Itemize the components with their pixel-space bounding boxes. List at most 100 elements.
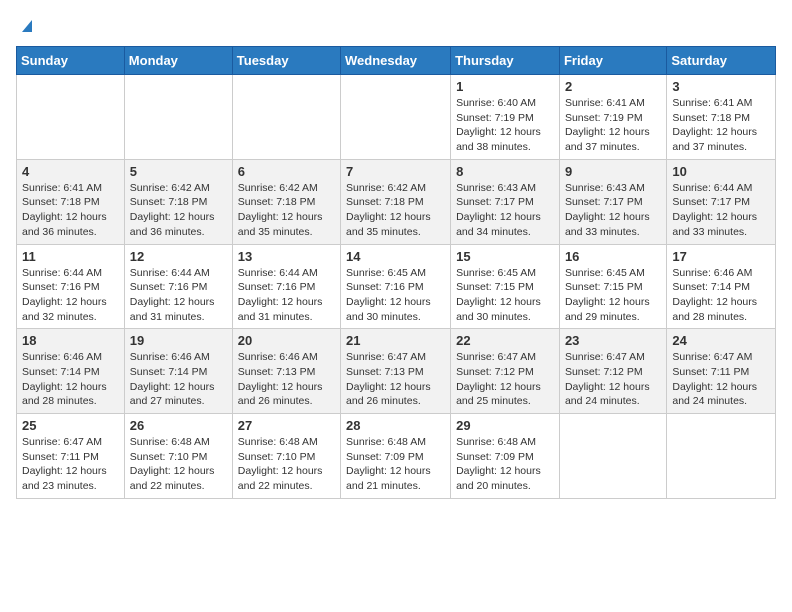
calendar-header-thursday: Thursday — [451, 47, 560, 75]
day-number: 6 — [238, 164, 335, 179]
calendar-header-row: SundayMondayTuesdayWednesdayThursdayFrid… — [17, 47, 776, 75]
calendar-cell: 21 Sunrise: 6:47 AM Sunset: 7:13 PM Dayli… — [341, 329, 451, 414]
day-info: Sunrise: 6:44 AM Sunset: 7:17 PM Dayligh… — [672, 181, 770, 240]
day-info: Sunrise: 6:46 AM Sunset: 7:14 PM Dayligh… — [22, 350, 119, 409]
day-number: 15 — [456, 249, 554, 264]
calendar-cell: 11 Sunrise: 6:44 AM Sunset: 7:16 PM Dayli… — [17, 244, 125, 329]
calendar-cell — [667, 414, 776, 499]
day-info: Sunrise: 6:44 AM Sunset: 7:16 PM Dayligh… — [22, 266, 119, 325]
calendar-week-row: 25 Sunrise: 6:47 AM Sunset: 7:11 PM Dayli… — [17, 414, 776, 499]
calendar-cell: 16 Sunrise: 6:45 AM Sunset: 7:15 PM Dayli… — [559, 244, 666, 329]
calendar-week-row: 18 Sunrise: 6:46 AM Sunset: 7:14 PM Dayli… — [17, 329, 776, 414]
day-info: Sunrise: 6:41 AM Sunset: 7:18 PM Dayligh… — [22, 181, 119, 240]
calendar-cell: 24 Sunrise: 6:47 AM Sunset: 7:11 PM Dayli… — [667, 329, 776, 414]
day-info: Sunrise: 6:42 AM Sunset: 7:18 PM Dayligh… — [238, 181, 335, 240]
day-number: 27 — [238, 418, 335, 433]
day-number: 12 — [130, 249, 227, 264]
day-number: 2 — [565, 79, 661, 94]
day-number: 18 — [22, 333, 119, 348]
day-number: 20 — [238, 333, 335, 348]
calendar-cell — [559, 414, 666, 499]
calendar-cell: 1 Sunrise: 6:40 AM Sunset: 7:19 PM Daylig… — [451, 75, 560, 160]
calendar-cell: 20Sunrise: 6:46 AM Sunset: 7:13 PM Dayli… — [232, 329, 340, 414]
calendar-cell: 27 Sunrise: 6:48 AM Sunset: 7:10 PM Dayli… — [232, 414, 340, 499]
calendar-header-monday: Monday — [124, 47, 232, 75]
day-info: Sunrise: 6:44 AM Sunset: 7:16 PM Dayligh… — [238, 266, 335, 325]
day-info: Sunrise: 6:48 AM Sunset: 7:09 PM Dayligh… — [456, 435, 554, 494]
day-info: Sunrise: 6:43 AM Sunset: 7:17 PM Dayligh… — [456, 181, 554, 240]
day-number: 23 — [565, 333, 661, 348]
day-info: Sunrise: 6:45 AM Sunset: 7:15 PM Dayligh… — [456, 266, 554, 325]
day-info: Sunrise: 6:43 AM Sunset: 7:17 PM Dayligh… — [565, 181, 661, 240]
calendar-cell: 9 Sunrise: 6:43 AM Sunset: 7:17 PM Daylig… — [559, 159, 666, 244]
calendar-cell: 28 Sunrise: 6:48 AM Sunset: 7:09 PM Dayli… — [341, 414, 451, 499]
day-info: Sunrise: 6:48 AM Sunset: 7:10 PM Dayligh… — [130, 435, 227, 494]
calendar-cell: 23Sunrise: 6:47 AM Sunset: 7:12 PM Dayli… — [559, 329, 666, 414]
day-number: 26 — [130, 418, 227, 433]
day-number: 4 — [22, 164, 119, 179]
day-info: Sunrise: 6:44 AM Sunset: 7:16 PM Dayligh… — [130, 266, 227, 325]
calendar-cell: 17 Sunrise: 6:46 AM Sunset: 7:14 PM Dayli… — [667, 244, 776, 329]
day-number: 28 — [346, 418, 445, 433]
day-info: Sunrise: 6:45 AM Sunset: 7:16 PM Dayligh… — [346, 266, 445, 325]
day-info: Sunrise: 6:41 AM Sunset: 7:18 PM Dayligh… — [672, 96, 770, 155]
day-number: 1 — [456, 79, 554, 94]
calendar-header-saturday: Saturday — [667, 47, 776, 75]
day-number: 22 — [456, 333, 554, 348]
logo-triangle-icon — [18, 16, 36, 34]
calendar-cell: 19 Sunrise: 6:46 AM Sunset: 7:14 PM Dayli… — [124, 329, 232, 414]
day-info: Sunrise: 6:45 AM Sunset: 7:15 PM Dayligh… — [565, 266, 661, 325]
day-info: Sunrise: 6:41 AM Sunset: 7:19 PM Dayligh… — [565, 96, 661, 155]
calendar-cell: 3 Sunrise: 6:41 AM Sunset: 7:18 PM Daylig… — [667, 75, 776, 160]
day-number: 29 — [456, 418, 554, 433]
day-number: 7 — [346, 164, 445, 179]
page-header — [16, 16, 776, 36]
calendar-cell: 18 Sunrise: 6:46 AM Sunset: 7:14 PM Dayli… — [17, 329, 125, 414]
day-number: 3 — [672, 79, 770, 94]
day-info: Sunrise: 6:40 AM Sunset: 7:19 PM Dayligh… — [456, 96, 554, 155]
calendar-week-row: 4 Sunrise: 6:41 AM Sunset: 7:18 PM Daylig… — [17, 159, 776, 244]
day-number: 24 — [672, 333, 770, 348]
calendar-table: SundayMondayTuesdayWednesdayThursdayFrid… — [16, 46, 776, 499]
day-number: 5 — [130, 164, 227, 179]
day-number: 9 — [565, 164, 661, 179]
day-info: Sunrise: 6:47 AM Sunset: 7:13 PM Dayligh… — [346, 350, 445, 409]
day-number: 19 — [130, 333, 227, 348]
calendar-cell — [232, 75, 340, 160]
day-number: 21 — [346, 333, 445, 348]
logo — [16, 16, 36, 36]
day-number: 14 — [346, 249, 445, 264]
calendar-header-tuesday: Tuesday — [232, 47, 340, 75]
day-info: Sunrise: 6:42 AM Sunset: 7:18 PM Dayligh… — [130, 181, 227, 240]
calendar-cell: 25 Sunrise: 6:47 AM Sunset: 7:11 PM Dayli… — [17, 414, 125, 499]
calendar-cell: 2 Sunrise: 6:41 AM Sunset: 7:19 PM Daylig… — [559, 75, 666, 160]
day-info: Sunrise: 6:46 AM Sunset: 7:14 PM Dayligh… — [672, 266, 770, 325]
calendar-cell: 5 Sunrise: 6:42 AM Sunset: 7:18 PM Daylig… — [124, 159, 232, 244]
calendar-week-row: 11 Sunrise: 6:44 AM Sunset: 7:16 PM Dayli… — [17, 244, 776, 329]
calendar-cell: 14 Sunrise: 6:45 AM Sunset: 7:16 PM Dayli… — [341, 244, 451, 329]
calendar-cell — [17, 75, 125, 160]
calendar-cell: 26 Sunrise: 6:48 AM Sunset: 7:10 PM Dayli… — [124, 414, 232, 499]
day-number: 25 — [22, 418, 119, 433]
calendar-cell — [341, 75, 451, 160]
day-number: 8 — [456, 164, 554, 179]
day-number: 10 — [672, 164, 770, 179]
calendar-header-sunday: Sunday — [17, 47, 125, 75]
calendar-cell: 4 Sunrise: 6:41 AM Sunset: 7:18 PM Daylig… — [17, 159, 125, 244]
day-info: Sunrise: 6:42 AM Sunset: 7:18 PM Dayligh… — [346, 181, 445, 240]
day-info: Sunrise: 6:47 AM Sunset: 7:11 PM Dayligh… — [672, 350, 770, 409]
calendar-week-row: 1 Sunrise: 6:40 AM Sunset: 7:19 PM Daylig… — [17, 75, 776, 160]
calendar-cell: 22 Sunrise: 6:47 AM Sunset: 7:12 PM Dayli… — [451, 329, 560, 414]
day-info: Sunrise: 6:48 AM Sunset: 7:10 PM Dayligh… — [238, 435, 335, 494]
calendar-header-friday: Friday — [559, 47, 666, 75]
day-info: Sunrise: 6:47 AM Sunset: 7:11 PM Dayligh… — [22, 435, 119, 494]
day-number: 16 — [565, 249, 661, 264]
day-info: Sunrise: 6:47 AM Sunset: 7:12 PM Dayligh… — [456, 350, 554, 409]
day-info: Sunrise: 6:48 AM Sunset: 7:09 PM Dayligh… — [346, 435, 445, 494]
day-number: 11 — [22, 249, 119, 264]
calendar-header-wednesday: Wednesday — [341, 47, 451, 75]
day-number: 17 — [672, 249, 770, 264]
calendar-cell: 12 Sunrise: 6:44 AM Sunset: 7:16 PM Dayli… — [124, 244, 232, 329]
day-info: Sunrise: 6:46 AM Sunset: 7:14 PM Dayligh… — [130, 350, 227, 409]
calendar-cell: 15 Sunrise: 6:45 AM Sunset: 7:15 PM Dayli… — [451, 244, 560, 329]
